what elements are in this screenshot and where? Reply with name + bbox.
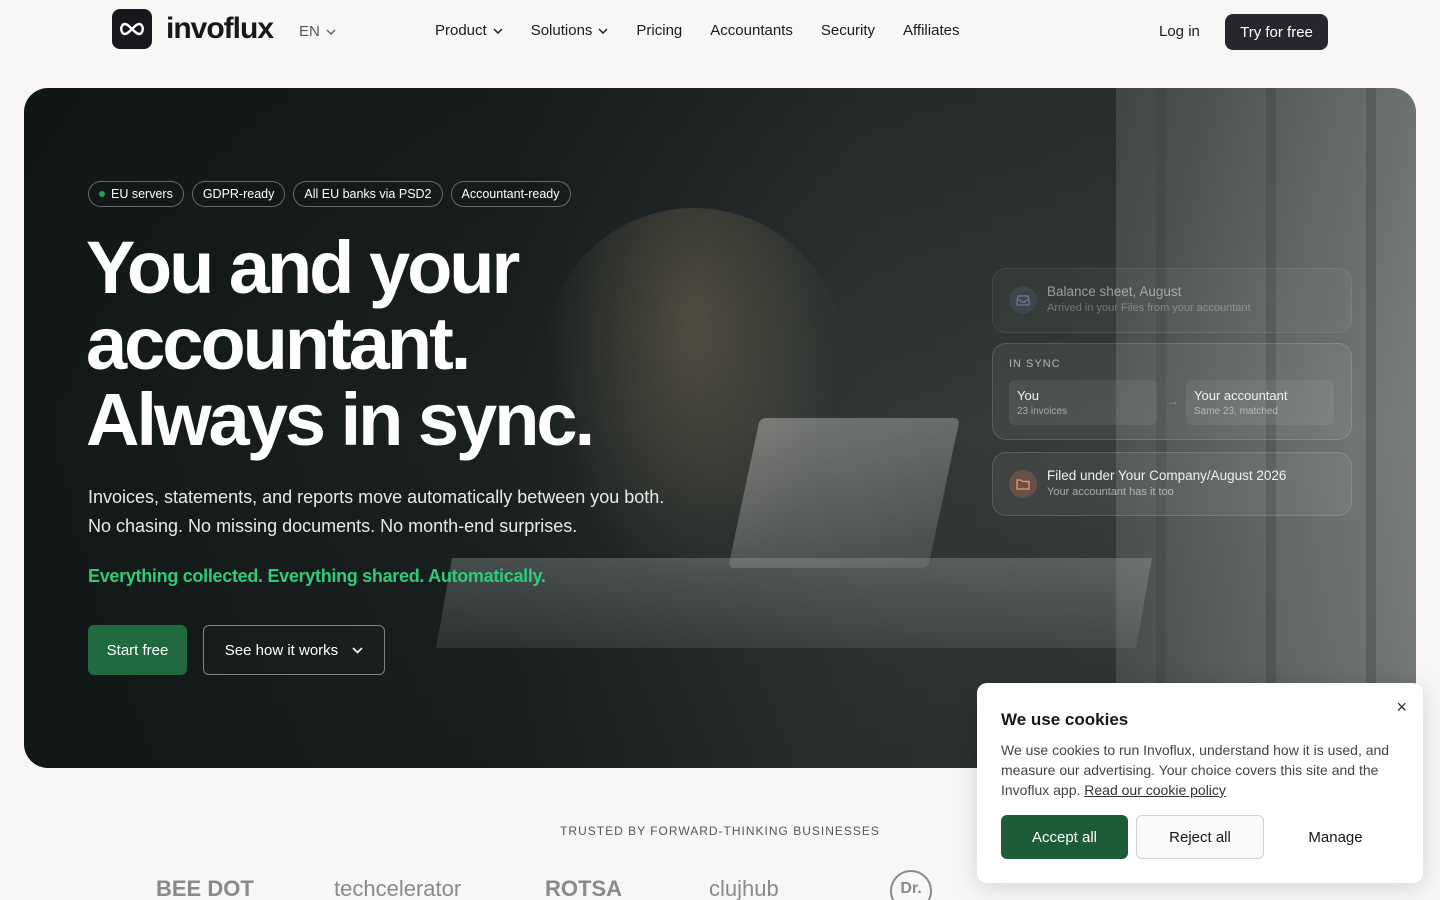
hero-badges: EU servers GDPR-ready All EU banks via P… [88,181,571,207]
folder-icon [1009,470,1037,498]
sync-you-title: You [1017,388,1039,403]
card-subtitle: Your accountant has it too [1047,486,1174,498]
filed-card: Filed under Your Company/August 2026 You… [992,452,1352,516]
badge-label: All EU banks via PSD2 [304,187,432,201]
client-logo: Dr. [890,870,932,900]
menu-item-security[interactable]: Security [821,22,875,39]
status-dot-icon [99,191,105,197]
menu-item-affiliates[interactable]: Affiliates [903,22,959,39]
sync-accountant-title: Your accountant [1194,388,1288,403]
headline-line: Always in sync. [86,378,595,461]
menu-label: Solutions [530,22,593,39]
menu-label: Product [435,22,487,39]
sync-accountant-box: Your accountant Same 23, matched [1186,380,1334,425]
menu-label: Affiliates [903,22,960,39]
client-logo: clujhub [709,876,779,900]
chevron-down-icon [326,28,336,35]
client-logo: techcelerator [334,876,462,900]
menu-item-product[interactable]: Product [435,22,503,39]
badge-eu-servers: EU servers [88,181,184,207]
hero-headline: You and your accountant. Always in sync. [86,226,595,461]
inbox-icon [1009,286,1037,314]
balance-sheet-card: Balance sheet, August Arrived in your Fi… [992,268,1352,333]
badge-accountant-ready: Accountant-ready [450,181,571,207]
cookie-banner: × We use cookies We use cookies to run I… [977,683,1423,883]
language-selector[interactable]: EN [299,23,336,40]
language-label: EN [299,23,320,40]
sync-accountant-subtitle: Same 23, matched [1194,406,1278,417]
sync-you-box: You 23 invoices [1009,380,1157,425]
menu-item-accountants[interactable]: Accountants [710,22,793,39]
badge-psd2: All EU banks via PSD2 [293,181,443,207]
menu-item-pricing[interactable]: Pricing [636,22,682,39]
chevron-down-icon [352,646,363,654]
client-logo: ROTSA [545,876,622,900]
manage-button[interactable]: Manage [1272,815,1399,859]
cookie-text: We use cookies to run Invoflux, understa… [1001,740,1401,800]
badge-label: Accountant-ready [461,187,560,201]
cookie-policy-link[interactable]: Read our cookie policy [1084,782,1226,798]
menu-label: Pricing [636,22,683,39]
reject-all-button[interactable]: Reject all [1136,815,1264,859]
client-logo: BEE DOT [156,876,254,900]
menu-label: Accountants [710,22,793,39]
see-how-label: See how it works [224,641,339,659]
headline-line: You and your [86,226,520,309]
start-free-button[interactable]: Start free [88,625,187,675]
subtitle-line: Invoices, statements, and reports move a… [88,487,665,507]
headline-line: accountant. [86,302,471,385]
chevron-down-icon [598,27,608,34]
login-link[interactable]: Log in [1159,23,1200,40]
sync-you-subtitle: 23 invoices [1017,406,1068,417]
chevron-down-icon [493,27,503,34]
badge-gdpr: GDPR-ready [191,181,286,207]
menu-item-solutions[interactable]: Solutions [531,22,609,39]
sync-label: IN SYNC [1009,358,1061,370]
menu-label: Security [820,22,876,39]
brand-name: invoflux [166,12,274,45]
accept-all-button[interactable]: Accept all [1001,815,1128,859]
top-nav: invoflux EN Product Solutions Pricing Ac… [0,0,1440,62]
hero-subtitle: Invoices, statements, and reports move a… [88,483,708,541]
badge-label: EU servers [111,187,173,201]
see-how-button[interactable]: See how it works [203,625,385,675]
hero-section: EU servers GDPR-ready All EU banks via P… [24,88,1416,768]
subtitle-line: No chasing. No missing documents. No mon… [88,516,578,536]
card-title: Filed under Your Company/August 2026 [1047,468,1287,483]
main-menu: Product Solutions Pricing Accountants Se… [435,22,959,39]
hero-laptop-image [728,418,960,568]
in-sync-card: IN SYNC You 23 invoices → Your accountan… [992,343,1352,440]
brand-logo[interactable]: invoflux [112,9,274,49]
arrow-right-icon: → [1167,394,1179,408]
card-title: Balance sheet, August [1047,284,1182,299]
close-icon[interactable]: × [1396,697,1407,718]
hero-tagline: Everything collected. Everything shared.… [88,566,546,586]
try-free-button[interactable]: Try for free [1225,14,1328,50]
card-subtitle: Arrived in your Files from your accounta… [1047,302,1251,314]
badge-label: GDPR-ready [202,187,275,201]
cookie-title: We use cookies [1001,710,1129,729]
infinity-icon [112,9,152,49]
